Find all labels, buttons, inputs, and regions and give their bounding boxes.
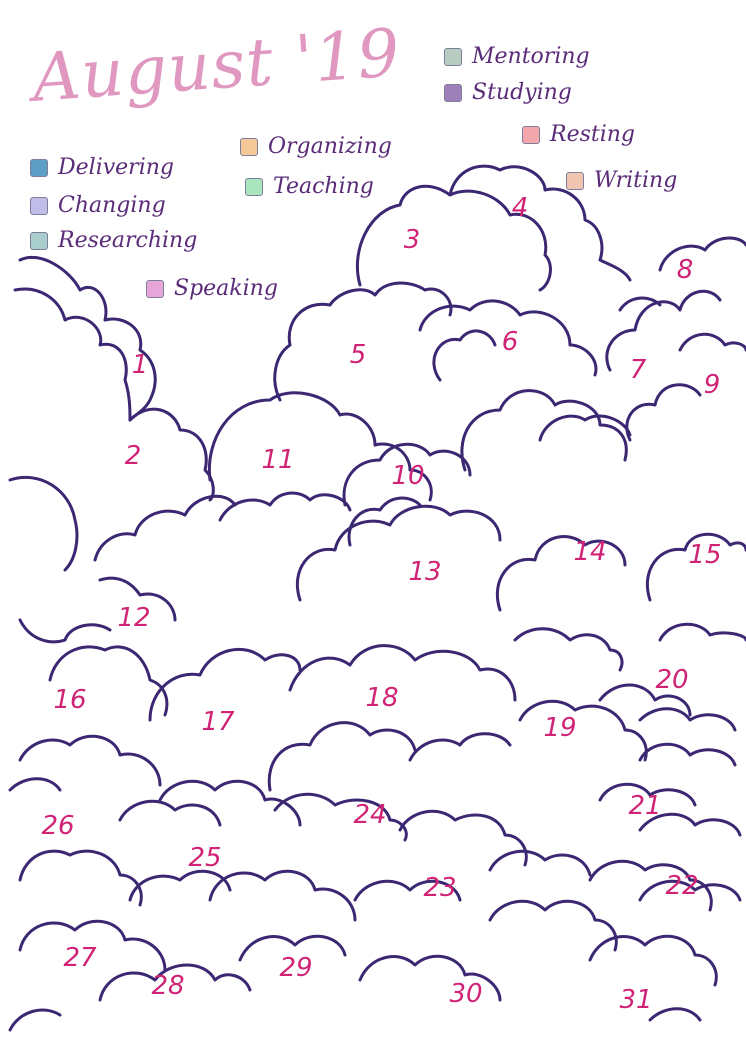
calendar-page: August '19 Mentoring Studying Organizing… <box>0 0 746 1054</box>
day-11[interactable]: 11 <box>261 445 294 475</box>
day-13[interactable]: 13 <box>408 557 441 587</box>
day-22[interactable]: 22 <box>665 871 698 901</box>
day-8[interactable]: 8 <box>677 255 694 285</box>
studying-swatch-icon <box>444 83 462 102</box>
day-30[interactable]: 30 <box>449 979 482 1009</box>
day-21[interactable]: 21 <box>628 791 661 821</box>
legend-label: Speaking <box>174 276 278 301</box>
legend-item-organizing: Organizing <box>240 134 392 159</box>
day-23[interactable]: 23 <box>423 873 456 903</box>
day-12[interactable]: 12 <box>117 603 150 633</box>
day-15[interactable]: 15 <box>688 540 721 570</box>
legend-item-delivering: Delivering <box>30 155 174 180</box>
legend-item-writing: Writing <box>566 168 677 193</box>
legend-label: Studying <box>472 80 572 105</box>
legend-label: Teaching <box>273 174 374 199</box>
legend-label: Resting <box>550 122 636 147</box>
day-14[interactable]: 14 <box>573 537 606 567</box>
day-2[interactable]: 2 <box>125 441 142 471</box>
day-31[interactable]: 31 <box>619 985 652 1015</box>
writing-swatch-icon <box>566 171 584 190</box>
day-19[interactable]: 19 <box>543 713 576 743</box>
day-26[interactable]: 26 <box>41 811 74 841</box>
day-4[interactable]: 4 <box>512 193 529 223</box>
delivering-swatch-icon <box>30 158 48 177</box>
day-9[interactable]: 9 <box>704 370 721 400</box>
day-5[interactable]: 5 <box>350 340 367 370</box>
legend-item-speaking: Speaking <box>146 276 278 301</box>
legend-item-mentoring: Mentoring <box>444 44 590 69</box>
legend-label: Researching <box>58 228 198 253</box>
legend-item-changing: Changing <box>30 193 166 218</box>
mentoring-swatch-icon <box>444 47 462 66</box>
legend-label: Delivering <box>58 155 174 180</box>
legend-label: Changing <box>58 193 166 218</box>
day-25[interactable]: 25 <box>188 843 221 873</box>
speaking-swatch-icon <box>146 279 164 298</box>
day-10[interactable]: 10 <box>391 461 424 491</box>
day-17[interactable]: 17 <box>201 707 234 737</box>
day-28[interactable]: 28 <box>151 971 184 1001</box>
day-29[interactable]: 29 <box>279 953 312 983</box>
day-20[interactable]: 20 <box>655 665 688 695</box>
resting-swatch-icon <box>522 125 540 144</box>
day-16[interactable]: 16 <box>53 685 86 715</box>
day-18[interactable]: 18 <box>365 683 398 713</box>
legend-label: Mentoring <box>472 44 590 69</box>
legend-item-teaching: Teaching <box>245 174 374 199</box>
day-6[interactable]: 6 <box>502 327 519 357</box>
day-3[interactable]: 3 <box>404 225 421 255</box>
legend-item-studying: Studying <box>444 80 572 105</box>
legend-item-resting: Resting <box>522 122 635 147</box>
researching-swatch-icon <box>30 231 48 250</box>
changing-swatch-icon <box>30 196 48 215</box>
legend-label: Writing <box>594 168 678 193</box>
day-7[interactable]: 7 <box>630 355 647 385</box>
teaching-swatch-icon <box>245 177 263 196</box>
legend-label: Organizing <box>268 134 392 159</box>
organizing-swatch-icon <box>240 137 258 156</box>
day-1[interactable]: 1 <box>132 350 149 380</box>
legend-item-researching: Researching <box>30 228 197 253</box>
day-27[interactable]: 27 <box>63 943 96 973</box>
day-24[interactable]: 24 <box>353 800 386 830</box>
